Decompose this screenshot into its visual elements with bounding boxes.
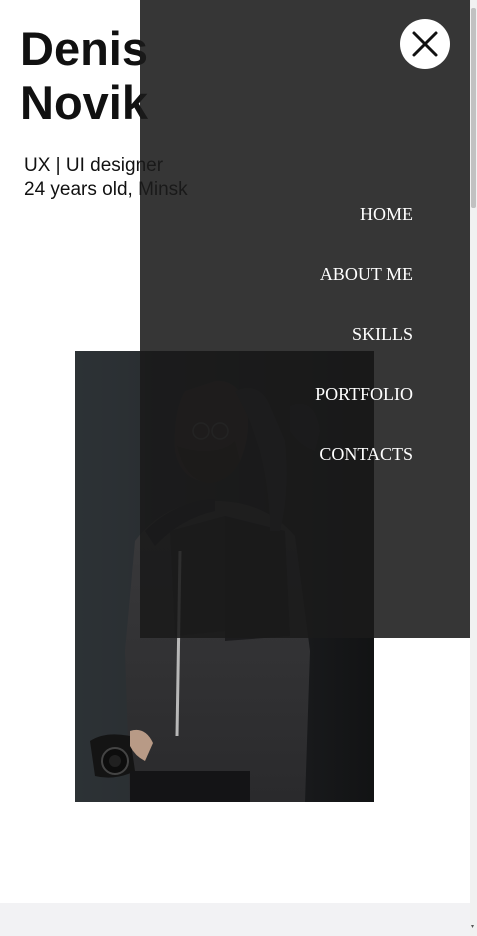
hero-first-name: Denis <box>20 22 148 75</box>
nav-item-home[interactable]: HOME <box>315 200 413 260</box>
nav-item-about-me[interactable]: ABOUT ME <box>315 260 413 320</box>
nav-item-contacts[interactable]: CONTACTS <box>315 440 413 500</box>
close-menu-button[interactable] <box>400 19 450 69</box>
hero-name: Denis Novik <box>20 22 148 130</box>
footer-strip <box>0 903 470 936</box>
hero-last-name: Novik <box>20 76 148 129</box>
nav-list: HOME ABOUT ME SKILLS PORTFOLIO CONTACTS <box>315 200 413 500</box>
scrollbar[interactable]: ▾ <box>470 0 477 936</box>
page: Denis Novik UX | UI designer 24 years ol… <box>0 0 477 936</box>
close-icon <box>412 31 438 57</box>
nav-item-portfolio[interactable]: PORTFOLIO <box>315 380 413 440</box>
nav-menu-overlay: HOME ABOUT ME SKILLS PORTFOLIO CONTACTS <box>140 0 470 638</box>
scrollbar-thumb[interactable] <box>471 8 476 208</box>
scroll-down-arrow-icon[interactable]: ▾ <box>471 924 476 930</box>
nav-item-skills[interactable]: SKILLS <box>315 320 413 380</box>
